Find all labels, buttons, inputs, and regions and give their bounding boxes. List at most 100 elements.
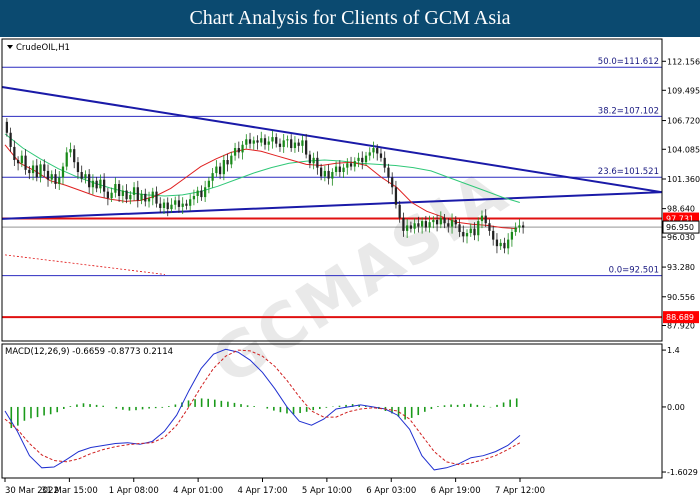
candle-body xyxy=(421,221,424,227)
candle-body xyxy=(327,170,330,179)
candle-body xyxy=(450,219,454,227)
candle-body xyxy=(103,179,106,192)
candle-body xyxy=(275,137,278,144)
candle-body xyxy=(424,221,427,228)
candle-body xyxy=(305,140,308,155)
candle-body xyxy=(117,184,121,196)
candle-body xyxy=(129,194,132,200)
candle-body xyxy=(256,140,259,143)
candle-body xyxy=(495,239,499,247)
candle-body xyxy=(189,199,192,206)
fib-level-label: 23.6=101.521 xyxy=(598,167,659,177)
price-tag-label: 88.689 xyxy=(666,313,694,322)
trading-chart[interactable]: GCMASIA 50.0=111.61238.2=107.10223.6=101… xyxy=(0,37,700,500)
candle-body xyxy=(204,187,207,198)
candle-body xyxy=(342,167,345,173)
candle-body xyxy=(245,139,248,145)
candle-body xyxy=(39,164,42,178)
candle-body xyxy=(65,152,68,167)
candle-body xyxy=(518,225,521,228)
candle-body xyxy=(383,157,386,168)
candle-body xyxy=(58,177,61,185)
candle-body xyxy=(499,242,502,247)
time-axis-label: 1 Apr 08:00 xyxy=(109,486,159,496)
candle-body xyxy=(185,203,188,206)
candle-body xyxy=(263,138,267,145)
candle-body xyxy=(439,217,442,225)
candle-body xyxy=(207,180,211,188)
candle-body xyxy=(346,163,349,168)
candle-body xyxy=(16,160,20,164)
candle-body xyxy=(35,165,38,178)
candle-body xyxy=(334,166,338,173)
candle-body xyxy=(230,155,233,165)
candle-body xyxy=(454,219,457,225)
candle-body xyxy=(458,224,461,232)
candle-body xyxy=(308,154,312,164)
candle-body xyxy=(28,169,31,174)
candle-body xyxy=(413,223,416,229)
candle-body xyxy=(443,217,446,224)
candle-body xyxy=(5,121,8,133)
time-axis-label: 6 Apr 03:00 xyxy=(366,486,416,496)
candle-body xyxy=(80,172,83,179)
price-tag-label: 96.950 xyxy=(666,223,694,232)
candle-body xyxy=(465,233,469,237)
fib-level-label: 38.2=107.102 xyxy=(598,106,659,116)
candle-body xyxy=(61,166,65,178)
candle-body xyxy=(136,187,139,201)
candle-body xyxy=(293,142,297,149)
candle-body xyxy=(200,190,203,198)
macd-indicator-label: MACD(12,26,9) -0.6659 -0.8773 0.2114 xyxy=(5,347,173,357)
fib-level-label: 50.0=111.612 xyxy=(598,57,659,67)
macd-axis-label: 1.4 xyxy=(667,346,680,355)
candle-body xyxy=(514,227,517,232)
price-axis-label: 93.280 xyxy=(667,263,695,272)
chart-title: Chart Analysis for Clients of GCM Asia xyxy=(189,7,511,29)
price-axis-label: 112.156 xyxy=(667,57,700,66)
candle-body xyxy=(447,223,450,227)
candle-body xyxy=(349,163,353,167)
candle-body xyxy=(391,177,394,188)
candle-body xyxy=(211,173,214,181)
candle-body xyxy=(428,222,431,228)
candle-body xyxy=(290,139,293,149)
price-axis-label: 106.720 xyxy=(667,117,700,126)
candle-body xyxy=(91,180,95,188)
candle-body xyxy=(376,148,379,154)
candle-body xyxy=(140,193,143,201)
candle-body xyxy=(54,174,57,185)
candle-body xyxy=(144,193,147,202)
candle-body xyxy=(192,195,196,200)
candle-body xyxy=(132,187,136,195)
candle-body xyxy=(278,143,282,147)
candle-body xyxy=(13,146,16,161)
candle-body xyxy=(510,231,514,240)
candle-body xyxy=(435,219,439,225)
candle-body xyxy=(181,203,184,207)
candle-body xyxy=(368,152,371,156)
price-axis-label: 101.360 xyxy=(667,175,700,184)
candle-body xyxy=(248,139,252,144)
candle-body xyxy=(462,231,465,237)
candle-body xyxy=(125,190,128,200)
candle-body xyxy=(20,155,23,164)
candle-body xyxy=(331,172,334,179)
candle-body xyxy=(297,142,300,146)
candle-body xyxy=(469,228,472,234)
candle-body xyxy=(492,230,495,240)
candle-body xyxy=(409,225,413,229)
time-axis-label: 31 Mar 15:00 xyxy=(41,486,98,496)
candle-body xyxy=(301,140,304,146)
candle-body xyxy=(50,174,53,180)
candle-body xyxy=(477,221,480,236)
price-axis-label: 104.085 xyxy=(667,145,700,154)
candle-body xyxy=(196,190,199,196)
candle-body xyxy=(522,225,525,228)
candle-body xyxy=(151,191,154,199)
time-axis-label: 6 Apr 19:00 xyxy=(431,486,481,496)
candle-body xyxy=(110,192,113,199)
candle-body xyxy=(488,223,491,231)
price-axis-label: 90.556 xyxy=(667,293,695,302)
fib-level-label: 0.0=92.501 xyxy=(609,266,659,276)
